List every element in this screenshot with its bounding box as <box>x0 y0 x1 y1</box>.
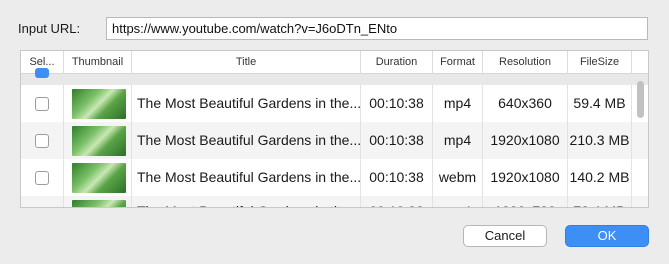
row-title: The Most Beautiful Gardens in the... <box>132 85 361 122</box>
row-title: The Most Beautiful Gardens in the... <box>132 122 361 159</box>
vertical-scrollbar[interactable] <box>637 81 644 118</box>
input-url-label: Input URL: <box>18 21 81 36</box>
column-header-resolution[interactable]: Resolution <box>483 51 568 74</box>
row-filesize: 59.4 MB <box>568 85 632 122</box>
table-row[interactable]: The Most Beautiful Gardens in the... 00:… <box>21 196 648 207</box>
video-thumbnail <box>72 163 126 193</box>
row-resolution: 1280x720 <box>483 196 568 207</box>
url-input[interactable] <box>106 17 648 40</box>
video-thumbnail <box>72 200 126 207</box>
row-checkbox[interactable] <box>35 171 49 185</box>
row-duration: 00:10:38 <box>361 85 433 122</box>
column-header-thumbnail[interactable]: Thumbnail <box>64 51 132 74</box>
checkbox-checked[interactable] <box>35 68 49 78</box>
table-row[interactable]: The Most Beautiful Gardens in the... 00:… <box>21 159 648 196</box>
video-thumbnail <box>72 126 126 156</box>
row-format: webm <box>433 159 483 196</box>
row-duration: 00:10:38 <box>361 159 433 196</box>
ok-button[interactable]: OK <box>565 225 649 247</box>
column-header-title[interactable]: Title <box>132 51 361 74</box>
row-filesize: 210.3 MB <box>568 122 632 159</box>
row-filesize: 140.2 MB <box>568 159 632 196</box>
row-format: mp4 <box>433 122 483 159</box>
row-resolution: 1920x1080 <box>483 122 568 159</box>
column-header-format[interactable]: Format <box>433 51 483 74</box>
row-resolution: 640x360 <box>483 85 568 122</box>
table-header: Sel... Thumbnail Title Duration Format R… <box>21 51 648 74</box>
row-filesize: 73.4 MB <box>568 196 632 207</box>
row-title: The Most Beautiful Gardens in the... <box>132 196 361 207</box>
row-duration: 00:10:38 <box>361 196 433 207</box>
row-resolution: 1920x1080 <box>483 159 568 196</box>
video-formats-table: Sel... Thumbnail Title Duration Format R… <box>20 50 649 208</box>
row-duration: 00:10:38 <box>361 122 433 159</box>
row-checkbox[interactable] <box>35 97 49 111</box>
row-format: mp4 <box>433 85 483 122</box>
table-row[interactable]: The Most Beautiful Gardens in the... 00:… <box>21 122 648 159</box>
cancel-button[interactable]: Cancel <box>463 225 547 247</box>
column-header-filesize[interactable]: FileSize <box>568 51 632 74</box>
row-checkbox[interactable] <box>35 134 49 148</box>
column-header-duration[interactable]: Duration <box>361 51 433 74</box>
partial-table-row <box>21 68 648 85</box>
row-format: mp4 <box>433 196 483 207</box>
video-thumbnail <box>72 89 126 119</box>
row-title: The Most Beautiful Gardens in the... <box>132 159 361 196</box>
table-row[interactable]: The Most Beautiful Gardens in the... 00:… <box>21 85 648 122</box>
